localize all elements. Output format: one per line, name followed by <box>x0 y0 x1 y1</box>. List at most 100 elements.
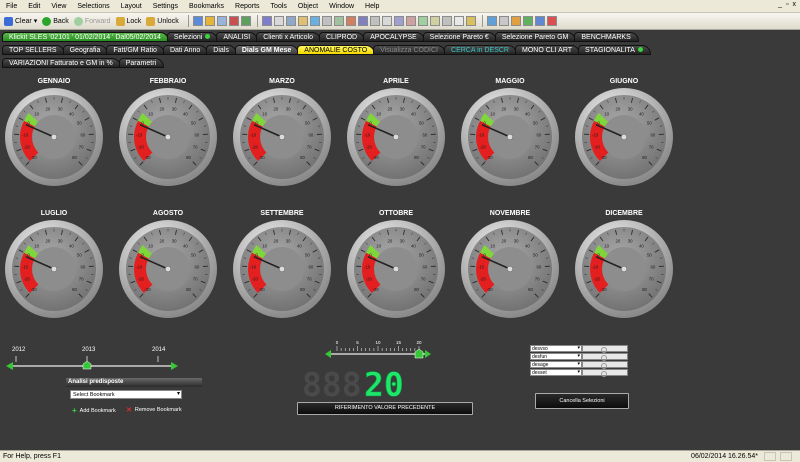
tab-dials[interactable]: Dials <box>206 45 237 55</box>
tab-selezioni[interactable]: Selezioni <box>166 32 219 42</box>
clear-button[interactable]: Clear ▾ <box>4 16 38 26</box>
toolbar-tool-icon[interactable] <box>546 16 557 26</box>
menu-layout[interactable]: Layout <box>121 3 142 10</box>
toolbar-tool-icon[interactable] <box>192 16 203 26</box>
toolbar-tool-icon[interactable] <box>534 16 545 26</box>
toolbar-tool-icon[interactable] <box>261 16 272 26</box>
tab-cliprod[interactable]: CLIPROD <box>318 32 366 42</box>
tab-variazioni-fatturato-e-gm-in[interactable]: VARIAZIONI Fatturato e GM in % <box>2 58 121 68</box>
gauge-tick-label: 80 <box>642 287 647 292</box>
toolbar-tool-icon[interactable] <box>333 16 344 26</box>
tab-klickit-sles-02101-01-02-2014-dal05-02-2014[interactable]: Klickit SLES '02101 ' 01/02/2014 ' Dal05… <box>2 32 169 42</box>
toolbar-tool-icon[interactable] <box>369 16 380 26</box>
field-select[interactable]: desset <box>530 369 582 376</box>
tab-mono-cli-art[interactable]: MONO CLI ART <box>514 45 581 55</box>
tab-cerca-in-descr[interactable]: CERCA in DESCR <box>444 45 517 55</box>
tab-benchmarks[interactable]: BENCHMARKS <box>574 32 639 42</box>
cancella-selezioni-button[interactable]: Cancella Selezioni <box>535 393 629 409</box>
bookmark-select[interactable]: Select Bookmark <box>70 390 182 399</box>
riferimento-valore-button[interactable]: RIFERIMENTO VALORE PRECEDENTE <box>297 402 473 415</box>
toolbar-tool-icon[interactable] <box>345 16 356 26</box>
close-button[interactable]: x <box>793 1 797 8</box>
field-value-input[interactable] <box>582 361 628 369</box>
tab-stagionalita[interactable]: STAGIONALITA <box>578 45 651 55</box>
menu-selections[interactable]: Selections <box>77 3 109 10</box>
menu-edit[interactable]: Edit <box>28 3 40 10</box>
tab-selezione-pareto[interactable]: Selezione Pareto € <box>422 32 497 42</box>
toolbar-tool-icon[interactable] <box>393 16 404 26</box>
toolbar-tool-icon[interactable] <box>522 16 533 26</box>
gauge-tick-label: 20 <box>45 238 50 243</box>
gauge-tick-label: -10 <box>592 133 599 138</box>
gauge-tick-label: 60 <box>537 133 542 138</box>
toolbar-tool-icon[interactable] <box>405 16 416 26</box>
menu-settings[interactable]: Settings <box>153 3 178 10</box>
menu-tools[interactable]: Tools <box>271 3 287 10</box>
forward-button[interactable]: Forward <box>73 16 111 26</box>
tab-dials-gm-mese[interactable]: Dials GM Mese <box>234 45 300 55</box>
add-bookmark-button[interactable]: + Add Bookmark <box>72 406 116 415</box>
back-button[interactable]: Back <box>42 16 69 26</box>
field-select[interactable]: desage <box>530 361 582 368</box>
threshold-left-arrow-icon[interactable] <box>325 350 331 358</box>
toolbar-tool-icon[interactable] <box>309 16 320 26</box>
gauge-tick-label: 50 <box>647 253 652 258</box>
toolbar-tool-icon[interactable] <box>510 16 521 26</box>
lock-button[interactable]: Lock <box>115 16 141 26</box>
tab-apocalypse[interactable]: APOCALYPSE <box>363 32 425 42</box>
tab-visualizza-codici[interactable]: Visualizza CODICI <box>373 45 447 55</box>
field-value-input[interactable] <box>582 345 628 353</box>
chevron-down-icon[interactable]: ▾ <box>34 17 38 25</box>
tab-top-sellers[interactable]: TOP SELLERS <box>2 45 65 55</box>
toolbar-tool-icon[interactable] <box>441 16 452 26</box>
menu-view[interactable]: View <box>51 3 66 10</box>
unlock-button[interactable]: Unlock <box>146 16 179 26</box>
gauge-tick-label: 60 <box>309 133 314 138</box>
minimize-button[interactable]: _ <box>778 1 782 8</box>
field-select[interactable]: desfun <box>530 353 582 360</box>
year-slider-track[interactable] <box>4 354 184 374</box>
menu-window[interactable]: Window <box>329 3 354 10</box>
field-value-input[interactable] <box>582 369 628 377</box>
tab-dati-anno[interactable]: Dati Anno <box>162 45 209 55</box>
toolbar-tool-icon[interactable] <box>216 16 227 26</box>
gauge-tick-label: -20 <box>594 145 601 150</box>
gauge-title: MAGGIO <box>495 78 525 85</box>
restore-button[interactable]: ▫ <box>786 1 788 8</box>
toolbar-tool-icon[interactable] <box>357 16 368 26</box>
toolbar-tool-icon[interactable] <box>498 16 509 26</box>
menu-object[interactable]: Object <box>298 3 318 10</box>
threshold-right-arrow-icon[interactable] <box>425 350 431 358</box>
toolbar-tool-icon[interactable] <box>240 16 251 26</box>
toolbar-tool-icon[interactable] <box>228 16 239 26</box>
threshold-thumb[interactable] <box>414 348 424 359</box>
tab-fatt-gm-ratio[interactable]: Fatt/GM Ratio <box>106 45 165 55</box>
menu-help[interactable]: Help <box>365 3 379 10</box>
toolbar-tool-icon[interactable] <box>429 16 440 26</box>
tab-analisi[interactable]: ANALISI <box>216 32 259 42</box>
toolbar-tool-icon[interactable] <box>297 16 308 26</box>
toolbar-tool-icon[interactable] <box>273 16 284 26</box>
tab-anomalie-costo[interactable]: ANOMALIE COSTO <box>297 45 376 55</box>
toolbar-tool-icon[interactable] <box>285 16 296 26</box>
toolbar-tool-icon[interactable] <box>204 16 215 26</box>
toolbar-tool-icon[interactable] <box>453 16 464 26</box>
tab-selezione-pareto-gm[interactable]: Selezione Pareto GM <box>494 32 577 42</box>
toolbar-tool-icon[interactable] <box>417 16 428 26</box>
menu-bookmarks[interactable]: Bookmarks <box>189 3 224 10</box>
field-value-input[interactable] <box>582 353 628 361</box>
tab-clienti-x-articolo[interactable]: Clienti x Articolo <box>256 32 321 42</box>
toolbar-tool-icon[interactable] <box>465 16 476 26</box>
gauge-tick-label: -20 <box>366 277 373 282</box>
tab-geografia[interactable]: Geografia <box>62 45 109 55</box>
toolbar-tool-icon[interactable] <box>381 16 392 26</box>
menu-reports[interactable]: Reports <box>235 3 260 10</box>
gauge-tick-label: 70 <box>535 277 540 282</box>
threshold-slider[interactable]: 0 5 10 15 20 <box>322 339 432 361</box>
toolbar-tool-icon[interactable] <box>321 16 332 26</box>
remove-bookmark-button[interactable]: ✕ Remove Bookmark <box>126 406 182 414</box>
tab-parametri[interactable]: Parametri <box>118 58 165 68</box>
menu-file[interactable]: File <box>6 3 17 10</box>
toolbar-tool-icon[interactable] <box>486 16 497 26</box>
field-select[interactable]: desvso <box>530 345 582 352</box>
